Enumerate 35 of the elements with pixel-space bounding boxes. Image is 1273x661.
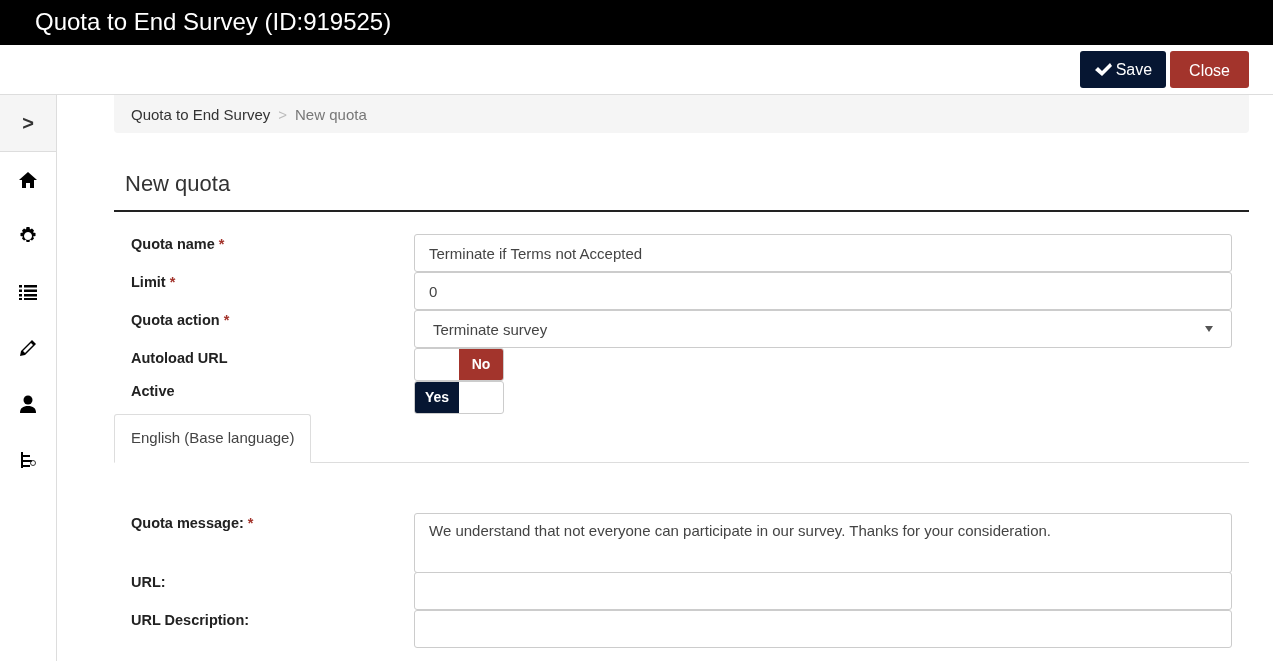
field-label: Active — [131, 383, 175, 399]
toggle-switch[interactable]: Yes — [414, 381, 504, 414]
field-label: Quota message: — [131, 514, 244, 531]
toggle-switch[interactable]: No — [414, 348, 504, 381]
home-icon[interactable] — [18, 170, 38, 190]
list-icon[interactable] — [18, 282, 38, 302]
required-asterisk: * — [223, 312, 230, 328]
input-field[interactable] — [414, 571, 1232, 610]
save-button[interactable]: Save — [1079, 51, 1167, 88]
person-icon[interactable] — [18, 394, 38, 414]
field-label: Limit — [131, 274, 166, 290]
input-field[interactable]: Terminate if Terms not Accepted — [414, 234, 1232, 272]
page-heading: New quota — [114, 153, 1249, 212]
field-label: URL Description: — [131, 611, 250, 628]
field-label: Quota action — [131, 312, 220, 328]
input-field[interactable] — [414, 609, 1232, 648]
close-button[interactable]: Close — [1170, 51, 1249, 88]
required-asterisk: * — [169, 274, 176, 290]
field-label: URL: — [131, 573, 166, 590]
text-area[interactable]: We understand that not everyone can participate in our survey. Thanks for your consideration. — [414, 512, 1232, 573]
checkmark-icon — [1093, 61, 1112, 78]
required-asterisk: * — [247, 514, 254, 531]
tree-icon[interactable] — [18, 450, 38, 470]
select-field[interactable]: Terminate survey — [414, 310, 1232, 348]
sidebar-toggle[interactable]: > — [0, 95, 56, 152]
required-asterisk: * — [218, 236, 225, 252]
field-label: Autoload URL — [131, 350, 228, 366]
pencil-icon[interactable] — [18, 338, 38, 358]
breadcrumb-item[interactable]: Quota to End Survey — [131, 104, 271, 124]
input-field[interactable]: 0 — [414, 272, 1232, 310]
breadcrumb-separator: > — [278, 105, 287, 124]
field-label: Quota name — [131, 236, 215, 252]
language-tab[interactable]: English (Base language) — [114, 414, 312, 463]
window-title: Quota to End Survey (ID:919525) — [0, 0, 1273, 45]
breadcrumb-item: New quota — [295, 105, 367, 124]
